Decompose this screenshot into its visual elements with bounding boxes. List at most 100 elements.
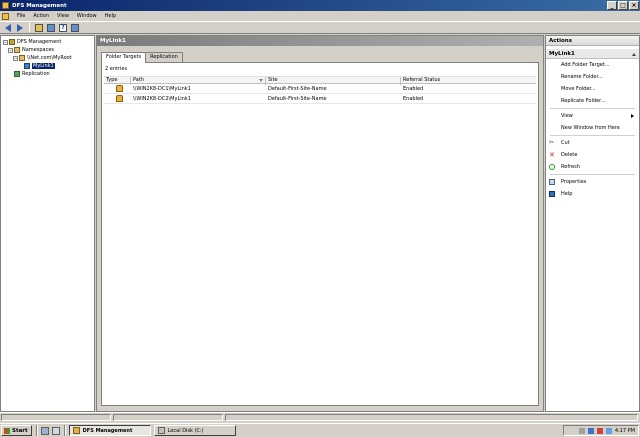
up-button[interactable] xyxy=(34,23,44,33)
toolbar-separator xyxy=(29,23,30,32)
menu-file[interactable]: File xyxy=(13,13,29,19)
add-folder-target-action[interactable]: Add Folder Target... xyxy=(546,59,639,71)
dfs-icon xyxy=(9,39,15,45)
show-desktop-icon[interactable] xyxy=(51,426,60,435)
taskbar-dfs-management[interactable]: DFS Management xyxy=(68,425,151,436)
menu-view[interactable]: View xyxy=(53,13,73,19)
tree-item-dfs-management[interactable]: − DFS Management xyxy=(3,38,92,46)
view-action[interactable]: View xyxy=(546,110,639,122)
drive-icon xyxy=(157,427,165,434)
status-segment xyxy=(113,414,223,421)
status-segment xyxy=(1,414,111,421)
collapse-icon[interactable]: − xyxy=(13,55,18,61)
tree-label-root: DFS Management xyxy=(17,39,62,45)
tab-folder-targets[interactable]: Folder Targets xyxy=(101,52,147,63)
delete-x-icon: ✕ xyxy=(549,151,555,159)
tree-item-namespace-path[interactable]: − \\Net.com\MyRoot xyxy=(3,54,92,62)
collapse-caret-icon xyxy=(632,53,636,56)
network-icon[interactable] xyxy=(587,427,594,434)
title-bar: DFS Management _ □ × xyxy=(0,0,640,11)
properties-icon xyxy=(549,179,555,185)
actions-header: Actions xyxy=(546,36,639,46)
forward-button[interactable] xyxy=(15,23,25,33)
table-row[interactable]: \\WIN2K8-DC1\MyLink1 Default-First-Site-… xyxy=(104,84,536,94)
close-button[interactable]: × xyxy=(629,1,639,10)
cut-action[interactable]: ✂ Cut xyxy=(546,137,639,149)
system-menu-icon[interactable] xyxy=(2,12,9,20)
replication-icon xyxy=(14,71,20,77)
tab-replication[interactable]: Replication xyxy=(145,52,183,62)
start-button[interactable]: Start xyxy=(1,425,32,436)
window-controls: _ □ × xyxy=(607,1,639,10)
help-button[interactable]: ? xyxy=(58,23,68,33)
maximize-button[interactable]: □ xyxy=(618,1,628,10)
tree-label-folder: MyLink1 xyxy=(32,63,55,69)
cell-site: Default-First-Site-Name xyxy=(268,96,327,102)
move-folder-action[interactable]: Move Folder... xyxy=(546,83,639,95)
folder-target-icon xyxy=(116,85,123,92)
folder-link-icon xyxy=(24,63,30,69)
tree-item-replication[interactable]: Replication xyxy=(3,70,92,78)
cell-path: \\WIN2K8-DC2\MyLink1 xyxy=(133,96,191,102)
properties-action-label: Properties xyxy=(561,179,587,185)
actions-separator xyxy=(550,174,635,175)
collapse-icon[interactable]: − xyxy=(8,47,13,53)
window-title: DFS Management xyxy=(12,2,67,9)
toolbar: ? xyxy=(0,21,640,34)
minimize-button[interactable]: _ xyxy=(607,1,617,10)
actions-pane: Actions MyLink1 Add Folder Target... Ren… xyxy=(545,35,640,412)
menu-action[interactable]: Action xyxy=(29,13,53,19)
actions-separator xyxy=(550,135,635,136)
namespaces-icon xyxy=(14,47,20,53)
taskbar-local-disk[interactable]: Local Disk (C:) xyxy=(153,425,236,436)
show-hide-tree-button[interactable] xyxy=(46,23,56,33)
sort-desc-icon xyxy=(259,79,263,82)
menu-bar: File Action View Window Help xyxy=(0,11,640,21)
forward-arrow-icon xyxy=(17,23,23,32)
details-pane: MyLink1 Folder Targets Replication 2 ent… xyxy=(96,35,544,412)
folder-target-icon xyxy=(116,95,123,102)
properties-action[interactable]: Properties xyxy=(546,176,639,188)
properties-button[interactable] xyxy=(70,23,80,33)
clock[interactable]: 4:17 PM xyxy=(615,428,635,434)
refresh-action[interactable]: Refresh xyxy=(546,161,639,173)
cell-status: Enabled xyxy=(403,96,424,102)
cell-site: Default-First-Site-Name xyxy=(268,86,327,92)
menu-help[interactable]: Help xyxy=(101,13,120,19)
tray-icon[interactable] xyxy=(578,427,585,434)
notification-area: 4:17 PM xyxy=(563,425,639,436)
start-label: Start xyxy=(12,427,28,434)
help-book-icon xyxy=(549,191,555,197)
delete-action-label: Delete xyxy=(561,152,578,158)
actions-section-mylink1[interactable]: MyLink1 xyxy=(546,49,639,59)
status-bar xyxy=(0,412,640,421)
help-action[interactable]: Help xyxy=(546,188,639,200)
scissors-icon: ✂ xyxy=(549,139,555,146)
replicate-folder-action[interactable]: Replicate Folder... xyxy=(546,95,639,107)
show-hide-tree-icon xyxy=(47,23,55,32)
back-arrow-icon xyxy=(5,23,11,32)
pane-title: MyLink1 xyxy=(97,36,543,46)
console-tree: − DFS Management − Namespaces − \\Net.co… xyxy=(0,35,95,412)
actions-section-label: MyLink1 xyxy=(549,51,575,57)
rename-folder-action[interactable]: Rename Folder... xyxy=(546,71,639,83)
refresh-action-label: Refresh xyxy=(561,164,580,170)
tree-label-namespace-path: \\Net.com\MyRoot xyxy=(27,55,72,61)
tree-item-namespaces[interactable]: − Namespaces xyxy=(3,46,92,54)
delete-action[interactable]: ✕ Delete xyxy=(546,149,639,161)
back-button[interactable] xyxy=(3,23,13,33)
server-manager-icon[interactable] xyxy=(40,426,49,435)
tree-label-replication: Replication xyxy=(22,71,50,77)
table-row[interactable]: \\WIN2K8-DC2\MyLink1 Default-First-Site-… xyxy=(104,94,536,104)
windows-flag-icon xyxy=(4,427,10,434)
security-icon[interactable] xyxy=(596,427,603,434)
help-icon: ? xyxy=(59,23,67,32)
menu-window[interactable]: Window xyxy=(73,13,101,19)
collapse-icon[interactable]: − xyxy=(3,39,8,45)
tree-item-mylink1[interactable]: MyLink1 xyxy=(3,62,92,70)
new-window-action[interactable]: New Window from Here xyxy=(546,122,639,134)
status-segment xyxy=(225,414,638,421)
column-path-label: Path xyxy=(133,77,144,83)
cell-status: Enabled xyxy=(403,86,424,92)
volume-icon[interactable] xyxy=(605,427,612,434)
